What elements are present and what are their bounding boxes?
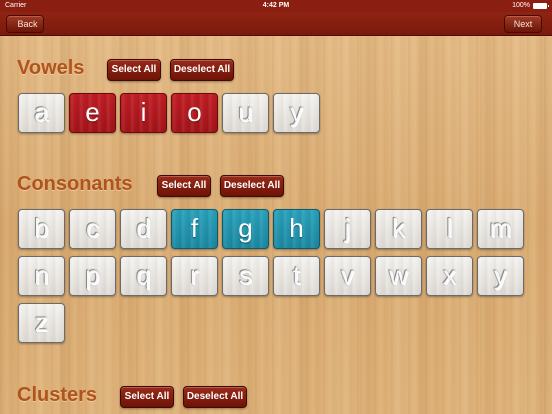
vowels-tile-i-selected[interactable]: i	[120, 93, 167, 133]
clusters-deselect-all-button[interactable]: Deselect All	[183, 386, 247, 408]
consonants-deselect-all-button[interactable]: Deselect All	[220, 175, 284, 197]
clusters-select-all-button[interactable]: Select All	[120, 386, 174, 408]
consonants-tile-p[interactable]: p	[69, 256, 116, 296]
clock: 4:42 PM	[262, 2, 290, 9]
consonants-tile-z[interactable]: z	[18, 303, 65, 343]
consonants-tile-c[interactable]: c	[69, 209, 116, 249]
consonants-tile-m[interactable]: m	[477, 209, 524, 249]
consonants-tile-s[interactable]: s	[222, 256, 269, 296]
consonants-tile-h-selected[interactable]: h	[273, 209, 320, 249]
consonants-tile-k[interactable]: k	[375, 209, 422, 249]
vowels-title: Vowels	[17, 57, 85, 79]
battery-percent: 100%	[512, 2, 530, 9]
vowels-tile-o-selected[interactable]: o	[171, 93, 218, 133]
consonants-tile-r[interactable]: r	[171, 256, 218, 296]
vowels-deselect-all-button[interactable]: Deselect All	[170, 59, 234, 81]
clusters-title: Clusters	[17, 384, 98, 406]
consonants-title: Consonants	[17, 173, 133, 195]
consonants-tile-d[interactable]: d	[120, 209, 167, 249]
vowels-tile-e-selected[interactable]: e	[69, 93, 116, 133]
vowels-tile-u[interactable]: u	[222, 93, 269, 133]
consonants-tile-t[interactable]: t	[273, 256, 320, 296]
back-button[interactable]: Back	[6, 15, 44, 33]
consonants-tile-n[interactable]: n	[18, 256, 65, 296]
vowels-tile-y[interactable]: y	[273, 93, 320, 133]
consonants-select-all-button[interactable]: Select All	[157, 175, 211, 197]
battery-status: 100%	[512, 0, 549, 12]
vowels-tile-a[interactable]: a	[18, 93, 65, 133]
consonants-tile-q[interactable]: q	[120, 256, 167, 296]
vowels-select-all-button[interactable]: Select All	[107, 59, 161, 81]
consonants-tile-f-selected[interactable]: f	[171, 209, 218, 249]
next-button[interactable]: Next	[504, 15, 542, 33]
consonants-tile-j[interactable]: j	[324, 209, 371, 249]
status-bar: Carrier 4:42 PM 100%	[0, 0, 552, 12]
battery-icon	[533, 3, 549, 9]
navigation-bar: Back Next	[0, 12, 552, 36]
consonants-tile-v[interactable]: v	[324, 256, 371, 296]
consonants-tile-w[interactable]: w	[375, 256, 422, 296]
consonants-tile-b[interactable]: b	[18, 209, 65, 249]
consonants-tile-l[interactable]: l	[426, 209, 473, 249]
consonants-tile-x[interactable]: x	[426, 256, 473, 296]
consonants-tile-y[interactable]: y	[477, 256, 524, 296]
consonants-tile-g-selected[interactable]: g	[222, 209, 269, 249]
